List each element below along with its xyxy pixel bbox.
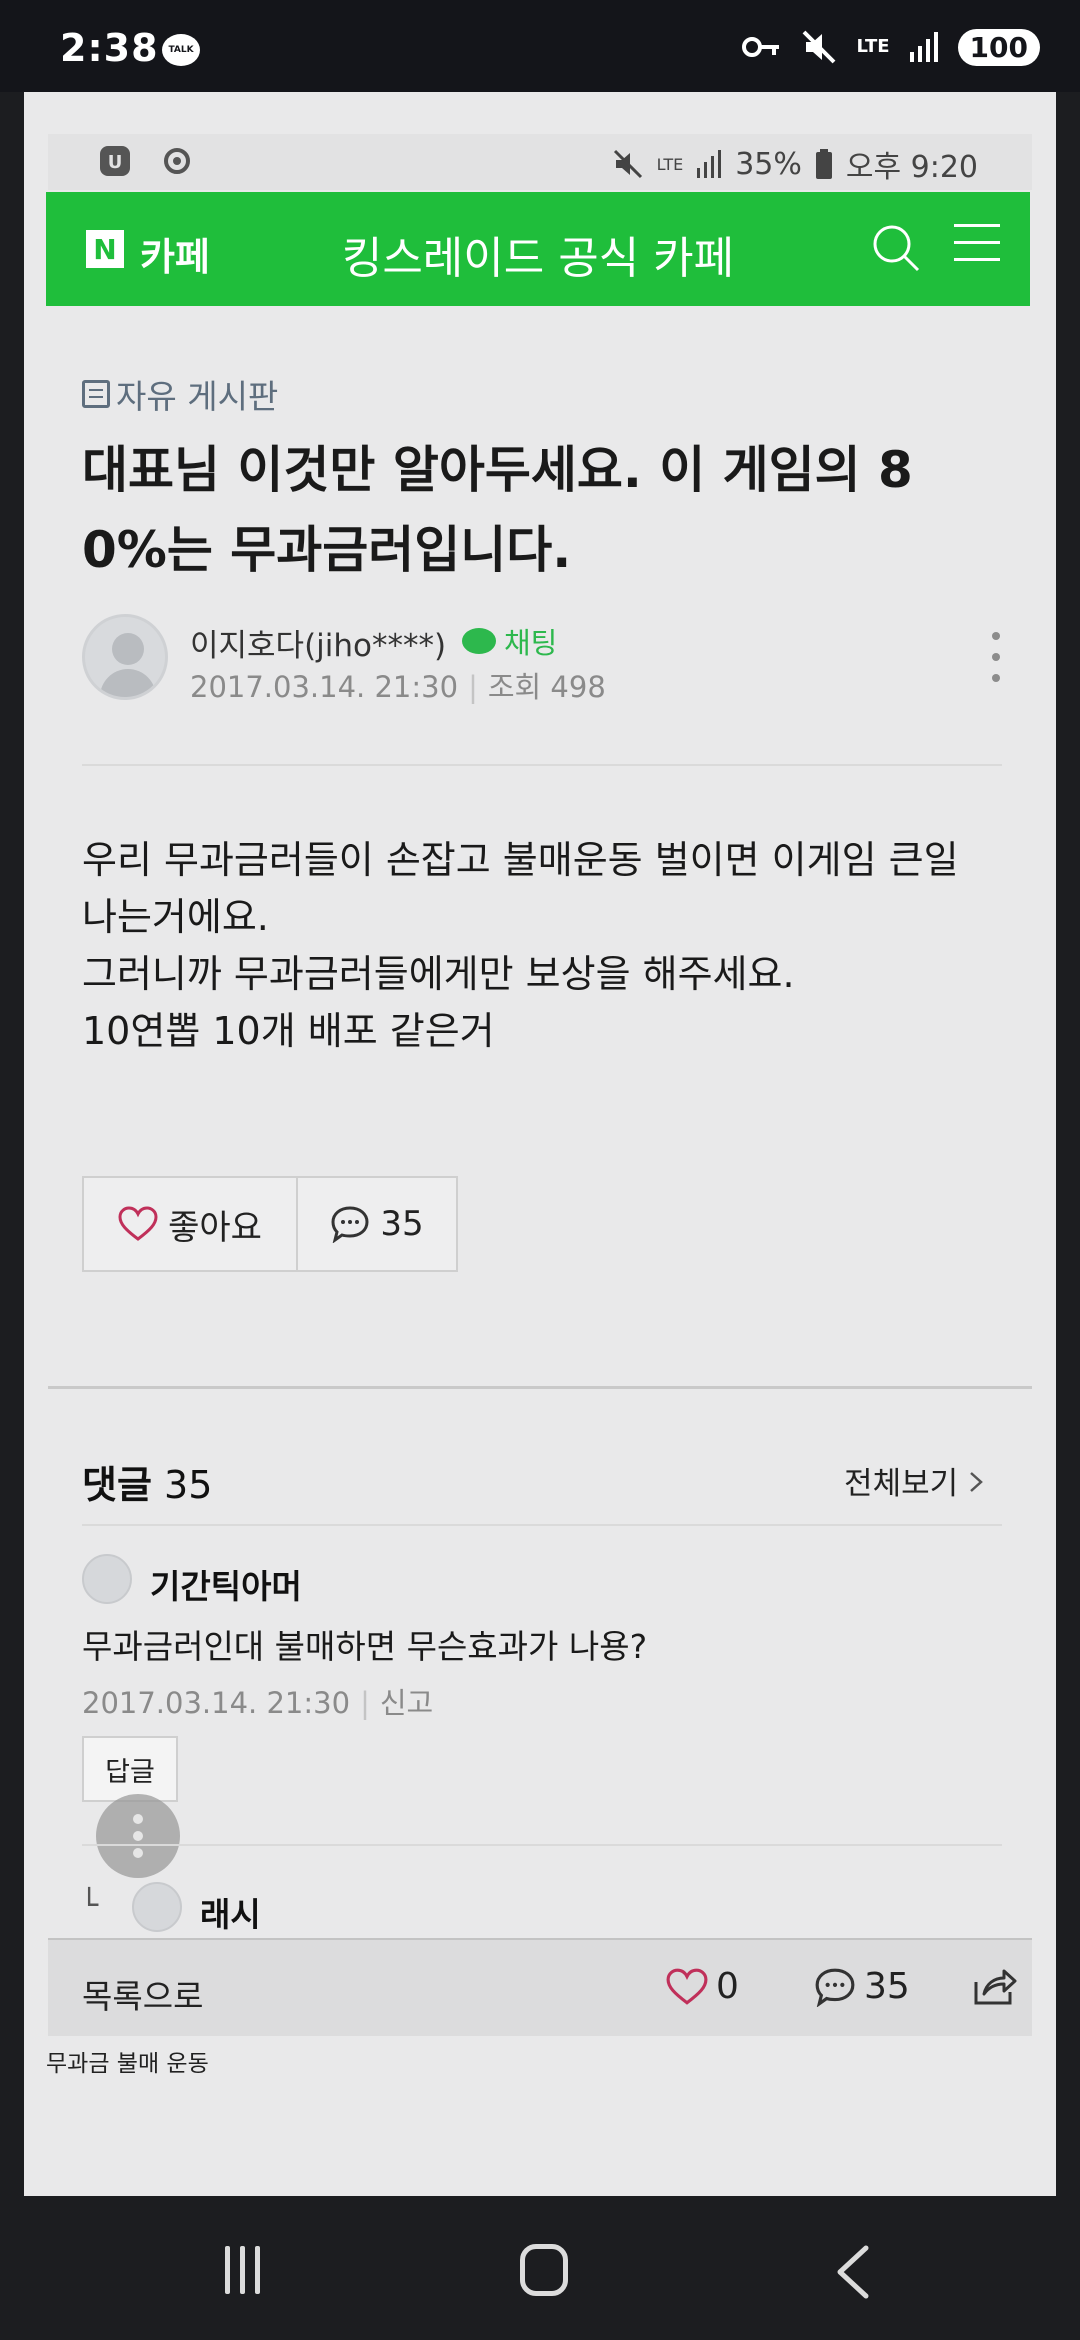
comment-item-divider — [82, 1844, 1002, 1846]
bottom-comment-count: 35 — [864, 1966, 910, 2007]
svg-text:U: U — [108, 152, 123, 173]
menu-icon — [954, 224, 1000, 227]
chat-icon — [462, 628, 496, 654]
back-button[interactable] — [828, 2244, 878, 2300]
comments-count: 35 — [164, 1463, 213, 1507]
status-time: 2:38 — [60, 26, 159, 70]
post-meta: 2017.03.14. 21:30 | 조회 498 — [190, 670, 606, 704]
menu-button[interactable] — [954, 224, 1000, 270]
reaction-box: 좋아요 35 — [82, 1176, 458, 1272]
battery-level: 100 — [957, 28, 1040, 66]
bottom-like-button[interactable]: 0 — [666, 1966, 739, 2007]
comment-author[interactable]: 기간틱아머 — [150, 1560, 302, 1608]
reply-button[interactable]: 답글 — [82, 1736, 178, 1802]
like-label: 좋아요 — [168, 1207, 262, 1248]
home-button[interactable] — [520, 2244, 568, 2296]
comment-button[interactable]: 35 — [298, 1178, 456, 1270]
like-button[interactable]: 좋아요 — [84, 1178, 298, 1270]
vpn-key-icon — [742, 37, 780, 57]
bottom-action-bar: 목록으로 0 35 — [48, 1938, 1032, 2036]
heart-icon — [118, 1206, 158, 1241]
view-all-label: 전체보기 — [844, 1466, 959, 1502]
footer-caption: 무과금 불매 운동 — [46, 2051, 209, 2077]
phone-status-bar: 2:38 TALK LTE 100 — [0, 0, 1080, 92]
captured-screenshot: U LTE 35% 오후 9:20 N 카페 킹스레이드 공식 카페 자유 게시… — [24, 92, 1056, 2196]
comment-count: 35 — [380, 1204, 424, 1244]
back-to-list-button[interactable]: 목록으로 — [82, 1970, 203, 2018]
chat-label: 채팅 — [504, 626, 558, 660]
status-icons: LTE 100 — [742, 26, 1040, 68]
inner-network-type: LTE — [656, 154, 684, 174]
comment-text: 무과금러인대 불매하면 무슨효과가 나용? — [82, 1627, 648, 1666]
report-link[interactable]: 신고 — [380, 1686, 433, 1720]
inner-status-bar: U LTE 35% 오후 9:20 — [48, 134, 1032, 190]
author-avatar[interactable] — [82, 614, 168, 700]
comments-divider — [82, 1524, 1002, 1526]
comment-author[interactable]: 래시 — [200, 1888, 261, 1936]
sync-icon — [164, 148, 190, 174]
mute-icon — [803, 30, 836, 64]
search-icon — [873, 225, 920, 272]
cafe-label[interactable]: 카페 — [140, 226, 210, 281]
board-link[interactable]: 자유 게시판 — [82, 370, 278, 418]
view-all-comments-link[interactable]: 전체보기 — [844, 1458, 984, 1503]
reply-indent-icon: └ — [80, 1888, 99, 1923]
more-vertical-icon — [133, 1814, 143, 1824]
post-date: 2017.03.14. 21:30 — [190, 670, 459, 704]
post-body-line: 우리 무과금러들이 손잡고 불매운동 벌이면 이게임 큰일 나는거에요. — [82, 838, 959, 939]
comments-label: 댓글 — [82, 1463, 152, 1507]
more-vertical-icon — [992, 632, 1000, 640]
comment-avatar[interactable] — [82, 1554, 132, 1604]
share-icon — [974, 1969, 1017, 2005]
recent-apps-button[interactable] — [218, 2246, 266, 2294]
mute-icon — [613, 149, 642, 179]
signal-icon — [697, 150, 722, 178]
chevron-right-icon — [970, 1472, 983, 1492]
post-title: 대표님 이것만 알아두세요. 이 게임의 8 0%는 무과금러입니다. — [82, 441, 913, 579]
post-more-button[interactable] — [984, 632, 1008, 692]
back-chevron-icon — [837, 2245, 869, 2299]
bottom-comment-button[interactable]: 35 — [814, 1966, 910, 2007]
chat-button[interactable]: 채팅 — [462, 620, 557, 662]
post-body: 우리 무과금러들이 손잡고 불매운동 벌이면 이게임 큰일 나는거에요. 그러니… — [82, 832, 1002, 1060]
comment-date: 2017.03.14. 21:30 — [82, 1686, 351, 1720]
comment-avatar[interactable] — [132, 1882, 182, 1932]
author-name[interactable]: 이지호다(jiho****) — [190, 620, 446, 665]
board-name: 자유 게시판 — [116, 377, 279, 416]
kakaotalk-notification-icon: TALK — [162, 34, 200, 66]
share-button[interactable] — [972, 1966, 1018, 2006]
recent-apps-icon — [224, 2246, 230, 2294]
post-views: 조회 498 — [487, 670, 606, 704]
comment-meta: 2017.03.14. 21:30 | 신고 — [82, 1686, 434, 1720]
board-list-icon — [82, 380, 110, 408]
search-button[interactable] — [870, 222, 922, 274]
app-notification-icon: U — [100, 146, 130, 176]
inner-time: 오후 9:20 — [845, 150, 978, 185]
signal-icon — [909, 32, 938, 62]
floating-more-button[interactable] — [96, 1794, 180, 1878]
network-type: LTE — [856, 36, 890, 57]
inner-battery-level: 35% — [735, 146, 802, 182]
comment-bubble-icon — [331, 1206, 369, 1243]
bottom-like-count: 0 — [716, 1966, 739, 2007]
header-divider — [82, 764, 1002, 766]
cafe-title[interactable]: 킹스레이드 공식 카페 — [246, 222, 830, 286]
android-nav-bar — [0, 2196, 1080, 2340]
heart-icon — [666, 1968, 708, 2005]
comments-heading: 댓글 35 — [82, 1454, 212, 1509]
naver-logo[interactable]: N — [86, 230, 124, 268]
battery-icon — [815, 149, 832, 179]
cafe-header: N 카페 킹스레이드 공식 카페 — [46, 192, 1030, 306]
comment-bubble-icon — [815, 1968, 855, 2007]
post-body-line: 10연뽑 10개 배포 같은거 — [82, 1009, 495, 1053]
post-body-line: 그러니까 무과금러들에게만 보상을 해주세요. — [82, 952, 795, 996]
comment-section-divider — [48, 1386, 1032, 1389]
